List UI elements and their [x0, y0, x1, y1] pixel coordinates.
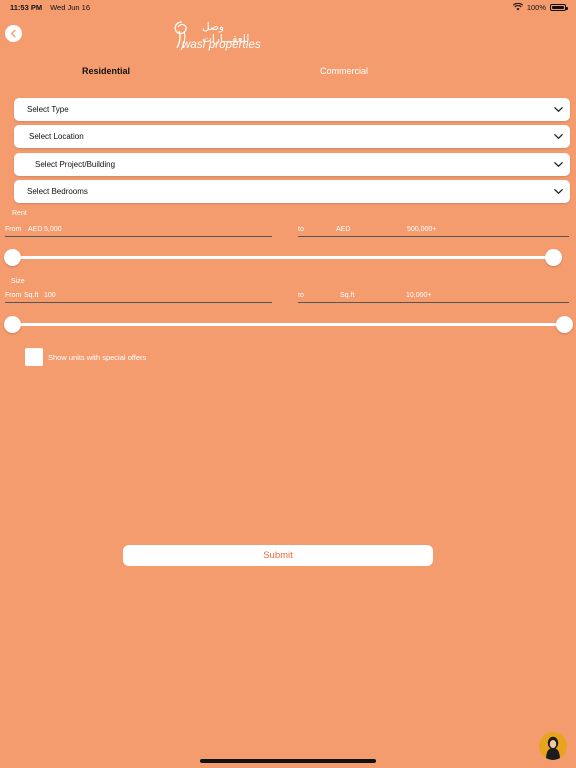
special-offers-checkbox[interactable] — [25, 348, 43, 366]
chevron-down-icon — [554, 107, 563, 112]
wifi-icon — [512, 3, 523, 11]
battery-percent: 100% — [526, 2, 546, 12]
size-to-field[interactable]: to Sq.ft 10,000+ — [298, 291, 569, 303]
size-from-unit: Sq.ft — [24, 292, 39, 299]
status-bar: 11:53 PM Wed Jun 16 100% — [0, 0, 576, 14]
size-to-unit: Sq.ft — [340, 292, 355, 299]
tab-residential[interactable]: Residential — [82, 66, 130, 76]
select-project-dropdown[interactable]: Select Project/Building — [14, 153, 570, 176]
rent-from-value: 5,000 — [44, 226, 62, 233]
size-from-label: From — [5, 292, 22, 299]
rent-from-unit: AED — [28, 226, 43, 233]
rent-slider-min-thumb[interactable] — [3, 249, 21, 266]
logo-english-text: wasl properties — [182, 39, 261, 51]
size-slider-max-thumb[interactable] — [555, 316, 573, 333]
rent-to-value: 500,000+ — [407, 226, 437, 233]
select-location-dropdown[interactable]: Select Location — [14, 125, 570, 148]
size-to-value: 10,000+ — [406, 292, 432, 299]
submit-button[interactable]: Submit — [123, 545, 433, 566]
special-offers-label: Show units with special offers — [48, 353, 147, 362]
back-button[interactable] — [5, 25, 22, 42]
select-type-label: Select Type — [27, 105, 69, 114]
battery-icon — [550, 3, 568, 11]
rent-slider-max-thumb[interactable] — [544, 249, 562, 266]
tab-commercial[interactable]: Commercial — [320, 66, 368, 76]
select-location-label: Select Location — [29, 132, 84, 141]
chevron-left-icon — [10, 29, 16, 38]
assistant-avatar-button[interactable] — [539, 732, 567, 760]
size-slider-track[interactable] — [12, 323, 564, 326]
status-right: 100% — [512, 2, 568, 12]
rent-from-label: From — [5, 226, 22, 233]
rent-label: Rent — [12, 210, 27, 217]
wasl-logo: وصل للعقـــارات wasl properties — [172, 20, 264, 54]
select-type-dropdown[interactable]: Select Type — [14, 98, 570, 121]
chevron-down-icon — [554, 134, 563, 139]
status-date: Wed Jun 16 — [50, 2, 90, 12]
assistant-avatar-icon — [539, 732, 567, 760]
select-project-label: Select Project/Building — [35, 160, 116, 169]
rent-to-unit: AED — [336, 226, 351, 233]
rent-slider-track[interactable] — [12, 256, 553, 259]
chevron-down-icon — [554, 189, 563, 194]
battery-fill — [552, 5, 564, 9]
rent-from-field[interactable]: From AED 5,000 — [5, 225, 272, 237]
home-indicator — [200, 759, 376, 763]
size-slider-min-thumb[interactable] — [3, 316, 21, 333]
size-label: Size — [11, 278, 25, 285]
size-to-label: to — [298, 292, 304, 299]
status-time: 11:53 PM — [10, 2, 43, 12]
chevron-down-icon — [554, 162, 563, 167]
select-bedrooms-label: Select Bedrooms — [27, 187, 88, 196]
size-from-field[interactable]: From Sq.ft 100 — [5, 291, 272, 303]
select-bedrooms-dropdown[interactable]: Select Bedrooms — [14, 180, 570, 203]
size-from-value: 100 — [44, 292, 56, 299]
rent-to-label: to — [298, 226, 304, 233]
rent-to-field[interactable]: to AED 500,000+ — [298, 225, 569, 237]
